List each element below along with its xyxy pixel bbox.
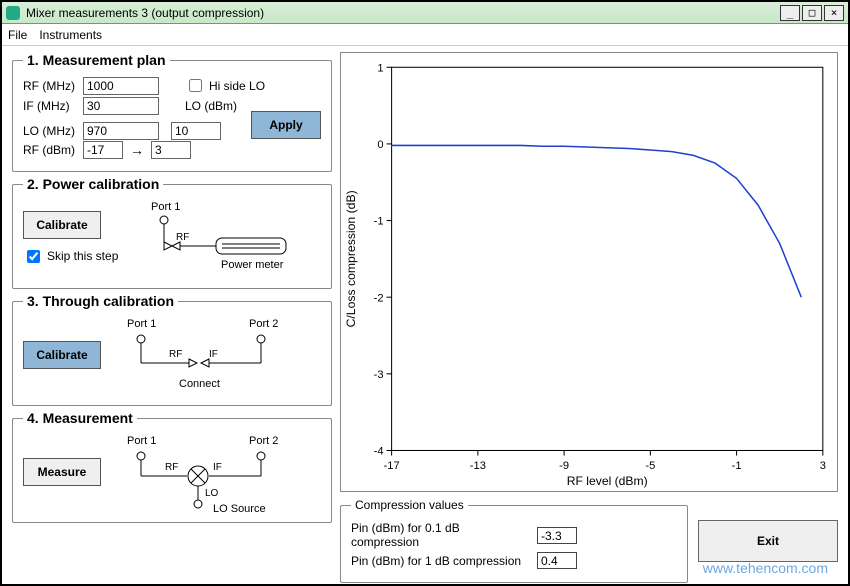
app-window: Mixer measurements 3 (output compression…: [0, 0, 850, 586]
rf-dbm-from-input[interactable]: [83, 141, 123, 159]
compression-values-group: Compression values Pin (dBm) for 0.1 dB …: [340, 498, 688, 583]
exit-button[interactable]: Exit: [698, 520, 838, 562]
measurement-plan-legend: 1. Measurement plan: [23, 52, 170, 68]
measurement-group: 4. Measurement Measure Port 1 Port 2: [12, 410, 332, 523]
svg-text:RF: RF: [165, 462, 178, 473]
power-calibration-group: 2. Power calibration Calibrate Skip this…: [12, 176, 332, 289]
rf-dbm-to-input[interactable]: [151, 141, 191, 159]
window-title: Mixer measurements 3 (output compression…: [26, 6, 780, 20]
rf-dbm-label: RF (dBm): [23, 143, 79, 157]
svg-text:-5: -5: [645, 460, 655, 472]
through-calibration-legend: 3. Through calibration: [23, 293, 178, 309]
svg-text:-4: -4: [374, 446, 384, 458]
svg-text:Port 2: Port 2: [249, 318, 278, 330]
svg-text:RF: RF: [169, 349, 182, 360]
power-cal-diagram: Port 1 RF Power meter: [126, 198, 321, 278]
through-cal-diagram: Port 1 Port 2 RF IF Conn: [109, 315, 321, 395]
svg-text:-1: -1: [374, 216, 384, 228]
arrow-icon: →: [127, 142, 147, 158]
through-calibrate-button[interactable]: Calibrate: [23, 341, 101, 369]
svg-text:RF: RF: [176, 232, 189, 243]
svg-text:-1: -1: [732, 460, 742, 472]
pin-1-value: 0.4: [537, 552, 577, 569]
measurement-plan-group: 1. Measurement plan RF (MHz) Hi side LO …: [12, 52, 332, 172]
svg-text:IF: IF: [209, 349, 218, 360]
menubar: File Instruments: [2, 24, 848, 46]
svg-text:3: 3: [820, 460, 826, 472]
svg-text:Connect: Connect: [179, 378, 220, 390]
svg-text:Port 1: Port 1: [151, 201, 180, 213]
svg-text:Port 1: Port 1: [127, 435, 156, 447]
if-mhz-label: IF (MHz): [23, 99, 79, 113]
svg-text:1: 1: [377, 62, 383, 74]
skip-step-checkbox[interactable]: [27, 250, 40, 263]
lo-mhz-input[interactable]: [83, 122, 159, 140]
svg-text:Port 2: Port 2: [249, 435, 278, 447]
maximize-button[interactable]: □: [802, 5, 822, 21]
pin-1-label: Pin (dBm) for 1 dB compression: [351, 554, 531, 568]
svg-text:C/Loss compression (dB): C/Loss compression (dB): [344, 190, 358, 327]
if-mhz-input[interactable]: [83, 97, 159, 115]
apply-button[interactable]: Apply: [251, 111, 321, 139]
power-calibrate-button[interactable]: Calibrate: [23, 211, 101, 239]
measurement-diagram: Port 1 Port 2 RF IF: [109, 432, 321, 512]
menu-instruments[interactable]: Instruments: [39, 28, 102, 42]
pin-01-value: -3.3: [537, 527, 577, 544]
close-button[interactable]: ×: [824, 5, 844, 21]
minimize-button[interactable]: _: [780, 5, 800, 21]
svg-text:-17: -17: [384, 460, 400, 472]
titlebar: Mixer measurements 3 (output compression…: [2, 2, 848, 24]
skip-step-label: Skip this step: [47, 249, 118, 263]
svg-text:-2: -2: [374, 292, 384, 304]
power-calibration-legend: 2. Power calibration: [23, 176, 163, 192]
svg-text:-9: -9: [559, 460, 569, 472]
svg-text:LO Source: LO Source: [213, 503, 266, 515]
svg-text:-3: -3: [374, 369, 384, 381]
through-calibration-group: 3. Through calibration Calibrate Port 1 …: [12, 293, 332, 406]
svg-text:Port 1: Port 1: [127, 318, 156, 330]
pin-01-label: Pin (dBm) for 0.1 dB compression: [351, 521, 531, 549]
hi-side-lo-label: Hi side LO: [209, 79, 265, 93]
compression-legend: Compression values: [351, 498, 468, 512]
measurement-legend: 4. Measurement: [23, 410, 137, 426]
lo-dbm-label: LO (dBm): [185, 99, 237, 113]
svg-text:LO: LO: [205, 488, 219, 499]
lo-dbm-input[interactable]: [171, 122, 221, 140]
rf-mhz-label: RF (MHz): [23, 79, 79, 93]
hi-side-lo-checkbox[interactable]: [189, 79, 202, 92]
svg-text:Power meter: Power meter: [221, 259, 284, 271]
svg-text:IF: IF: [213, 462, 222, 473]
chart: -17-13-9-5-13-4-3-2-101RF level (dBm)C/L…: [340, 52, 838, 492]
svg-text:-13: -13: [470, 460, 486, 472]
svg-text:RF level (dBm): RF level (dBm): [567, 474, 648, 488]
svg-text:0: 0: [377, 139, 383, 151]
lo-mhz-label: LO (MHz): [23, 124, 79, 138]
rf-mhz-input[interactable]: [83, 77, 159, 95]
measure-button[interactable]: Measure: [23, 458, 101, 486]
menu-file[interactable]: File: [8, 28, 27, 42]
app-icon: [6, 6, 20, 20]
